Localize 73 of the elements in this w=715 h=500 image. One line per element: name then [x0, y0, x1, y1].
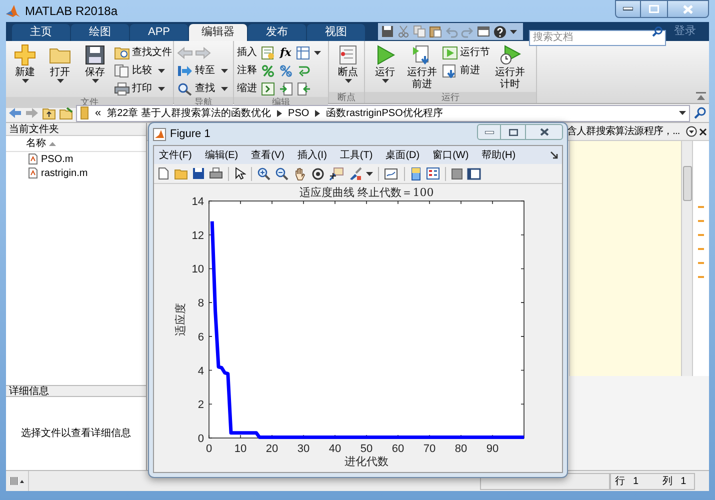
section-title: 运行 [365, 92, 536, 103]
menu-item[interactable]: 编辑(E) [204, 148, 238, 162]
toolstrip-button[interactable]: 查找文件 [114, 44, 172, 61]
tick-label: 0 [198, 433, 204, 445]
toolstrip-button[interactable]: 运行节 [442, 44, 490, 61]
toolstrip-label: 注释 [237, 64, 257, 78]
section-title: 断点 [329, 92, 364, 103]
login-button[interactable]: 登录 [674, 22, 696, 39]
menu-item[interactable]: 桌面(D) [386, 148, 420, 162]
chart-title: 适应度曲线 终止代数＝100 [299, 186, 434, 199]
tick-label: 6 [198, 331, 204, 344]
tick-label: 60 [392, 443, 404, 455]
tab[interactable]: 主页 [12, 24, 70, 41]
toolstrip-button[interactable]: 打开 [44, 44, 76, 83]
tick-label: 10 [192, 264, 204, 276]
toolstrip-button[interactable]: 断点 [332, 44, 364, 83]
tab[interactable]: 视图 [307, 24, 365, 41]
tab[interactable]: 发布 [248, 24, 306, 41]
row-number: 1 [633, 474, 639, 488]
toolstrip-button[interactable]: 运行 [368, 44, 402, 83]
panel-title: 当前文件夹 [6, 123, 146, 136]
tick-label: 80 [454, 443, 468, 455]
toolstrip-button[interactable]: 转至 [177, 62, 228, 79]
tick-label: 8 [198, 298, 204, 310]
menu-item[interactable]: 帮助(H) [482, 148, 516, 162]
menu-item[interactable]: 窗口(W) [432, 148, 469, 162]
tick-label: 14 [192, 196, 204, 208]
toolstrip-button[interactable]: 打印 [114, 80, 172, 97]
column-label: 名称 [26, 137, 46, 151]
tick-label: 4 [198, 365, 204, 378]
column-number: 1 [680, 474, 686, 488]
column-label: 列 [662, 474, 673, 488]
axis-label: 适应度 [174, 303, 187, 336]
toolstrip-button[interactable]: 前进 [442, 62, 490, 79]
toolstrip-button[interactable]: 比较 [114, 62, 172, 79]
tick-label: 50 [360, 443, 373, 455]
tick-label: 70 [423, 443, 436, 455]
tick-label: 10 [234, 443, 247, 455]
toolstrip-button[interactable]: 新建 [9, 44, 41, 83]
menu-item[interactable]: 工具(T) [340, 148, 373, 162]
path-segment[interactable]: 函数rastriginPSO优化程序 [326, 106, 443, 120]
menu-item[interactable]: 文件(F) [159, 148, 192, 162]
file-item[interactable]: PSO.m [6, 152, 146, 166]
toolstrip-label: 插入 [237, 46, 257, 60]
menu-item[interactable]: 插入(I) [297, 148, 327, 162]
toolstrip-button[interactable]: 运行并前进 [405, 44, 439, 91]
tab[interactable]: 编辑器 [189, 24, 247, 41]
toolstrip-button[interactable]: 运行并计时 [493, 44, 527, 91]
toolstrip-label: 缩进 [237, 82, 257, 96]
panel-title: 详细信息 [9, 386, 49, 396]
row-label: 行 [615, 474, 625, 488]
tick-label: 40 [328, 443, 342, 455]
window-title: MATLAB R2018a [25, 3, 118, 20]
toolstrip-button[interactable]: 查找 [177, 80, 228, 97]
search-field[interactable]: 搜索文档 [529, 30, 666, 46]
tick-label: 30 [297, 443, 310, 455]
menu-item[interactable]: 查看(V) [251, 148, 284, 162]
window-title: Figure 1 [170, 126, 210, 142]
axis-label: 进化代数 [344, 455, 388, 468]
tick-label: 12 [192, 230, 204, 242]
tick-label: 0 [206, 443, 212, 455]
toolstrip-button[interactable]: 保存 [79, 44, 111, 83]
editor-title: 含人群搜索算法源程序，... [567, 124, 680, 139]
file-item[interactable]: rastrigin.m [6, 166, 146, 180]
path-segment[interactable]: PSO [288, 106, 310, 120]
tick-label: 2 [198, 399, 204, 412]
path-segment[interactable]: 第22章 基于人群搜索算法的函数优化 [107, 106, 272, 120]
tick-label: 20 [266, 443, 278, 455]
function-button[interactable]: fx [279, 47, 292, 58]
empty-message: 选择文件以查看详细信息 [21, 426, 131, 441]
tab[interactable]: APP [130, 24, 188, 41]
tab[interactable]: 绘图 [71, 24, 129, 41]
tick-label: 90 [486, 443, 499, 455]
